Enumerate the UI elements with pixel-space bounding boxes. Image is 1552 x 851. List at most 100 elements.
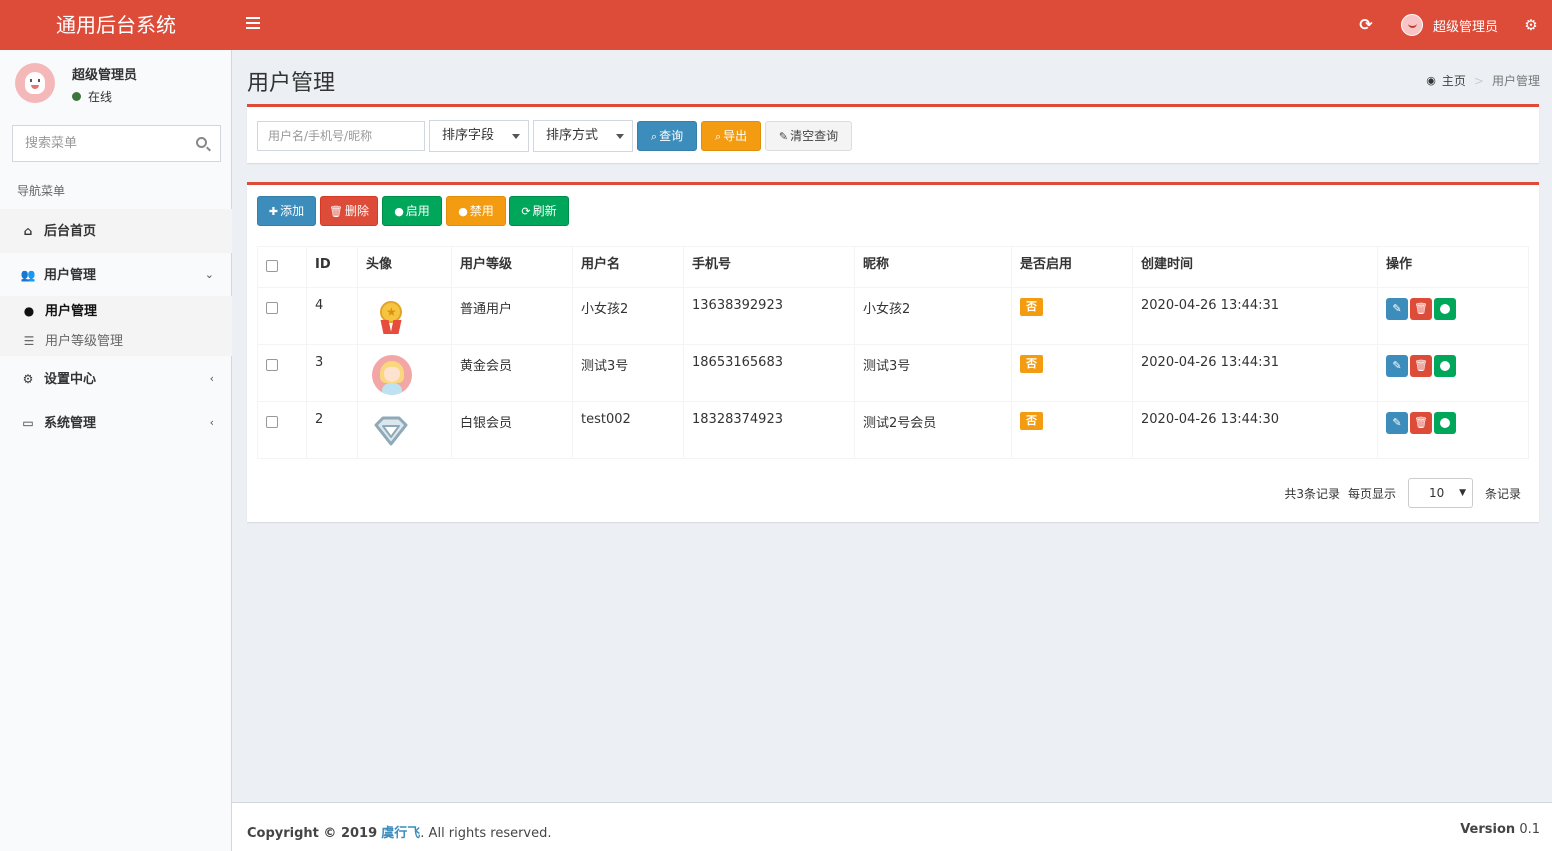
disable-label: 禁用 [469, 204, 494, 218]
circle-icon: ● [394, 205, 404, 218]
cell-username: 小女孩2 [572, 287, 684, 345]
page-size-select[interactable]: 10 ▼ [1407, 478, 1473, 508]
column-header[interactable]: ID [306, 246, 358, 288]
page-title: 用户管理 [247, 71, 336, 96]
column-header[interactable]: 是否启用 [1011, 246, 1133, 288]
author-link[interactable]: 虞行飞 [381, 826, 420, 841]
sidebar-item-label: 用户等级管理 [45, 334, 124, 349]
cell-level: 普通用户 [451, 287, 573, 345]
per-page-label: 每页显示 [1347, 486, 1396, 501]
navbar-right: ⟳ 超级管理员 ⚙ [1355, 0, 1552, 50]
delete-row-button[interactable]: 🗑 [1410, 412, 1432, 434]
cell-created: 2020-04-26 13:44:30 [1132, 401, 1378, 459]
sidebar-subitem-user-level[interactable]: ☰ 用户等级管理 [0, 326, 232, 356]
plus-icon: ✚ [268, 205, 279, 218]
table-row: 4 普通用户 小女孩2 13638392923 小女孩2 否 2020-04-2… [257, 287, 1529, 345]
user-menu[interactable]: 超级管理员 [1400, 14, 1498, 36]
toggle-status-button[interactable] [1434, 412, 1456, 434]
cell-created: 2020-04-26 13:44:31 [1132, 287, 1378, 345]
chevron-down-icon: ⌄ [204, 268, 214, 281]
sort-field-select[interactable]: 排序字段 [429, 120, 529, 152]
clear-label: 清空查询 [790, 129, 839, 143]
column-header[interactable]: 昵称 [854, 246, 1012, 288]
sidebar-item-dashboard[interactable]: ⌂ 后台首页 [0, 209, 232, 253]
edit-button[interactable]: ✎ [1386, 355, 1408, 377]
search-icon[interactable] [196, 137, 207, 148]
status-dot-icon [72, 92, 81, 101]
sidebar-item-users[interactable]: 👥 用户管理 ⌄ [0, 253, 232, 297]
sidebar-item-settings[interactable]: ⚙ 设置中心 ‹ [0, 357, 232, 401]
edit-button[interactable]: ✎ [1386, 412, 1408, 434]
sidebar-toggle-icon[interactable] [246, 17, 260, 31]
caret-down-icon: ▼ [1459, 488, 1466, 498]
select-all-cell [257, 246, 307, 288]
diamond-avatar-icon [372, 412, 412, 452]
sidebar-subitem-user-management[interactable]: ● 用户管理 [0, 296, 232, 326]
toggle-status-button[interactable] [1434, 355, 1456, 377]
delete-label: 删除 [344, 204, 369, 218]
menu-search-input[interactable] [13, 126, 183, 161]
cell-enabled: 否 [1011, 344, 1133, 402]
refresh-label: 刷新 [532, 204, 557, 218]
sort-field-value: 排序字段 [442, 128, 495, 143]
row-checkbox[interactable] [266, 359, 278, 371]
cell-actions: ✎ 🗑 [1377, 287, 1529, 345]
refresh-icon[interactable]: ⟳ [1355, 14, 1377, 36]
sort-order-select[interactable]: 排序方式 [533, 120, 633, 152]
row-checkbox[interactable] [266, 302, 278, 314]
breadcrumb-home[interactable]: 主页 [1442, 72, 1466, 89]
sort-order-value: 排序方式 [546, 128, 599, 143]
export-button[interactable]: ⌕ 导出 [701, 121, 761, 151]
delete-row-button[interactable]: 🗑 [1410, 355, 1432, 377]
sidebar-user-name: 超级管理员 [72, 68, 138, 83]
delete-button[interactable]: 🗑 删除 [320, 196, 378, 226]
disable-button[interactable]: ● 禁用 [446, 196, 506, 226]
add-label: 添加 [280, 204, 305, 218]
app-logo[interactable]: 通用后台系统 [0, 0, 232, 50]
girl-avatar-icon [372, 355, 412, 395]
cell-enabled: 否 [1011, 401, 1133, 459]
row-select-cell [257, 401, 307, 459]
total-records: 共3条记录 [1284, 486, 1340, 501]
gears-icon[interactable]: ⚙ [1520, 14, 1542, 36]
edit-button[interactable]: ✎ [1386, 298, 1408, 320]
search-icon: ⌕ [650, 130, 658, 143]
table-header-row: ID 头像 用户等级 用户名 手机号 昵称 是否启用 创建时间 操作 [257, 246, 1529, 288]
rights-text: . All rights reserved. [420, 826, 552, 841]
column-header: 操作 [1377, 246, 1529, 288]
version: Version 0.1 [1460, 822, 1540, 837]
column-header[interactable]: 用户等级 [451, 246, 573, 288]
page-size-value: 10 [1428, 486, 1445, 500]
cell-nickname: 小女孩2 [854, 287, 1012, 345]
toggle-status-button[interactable] [1434, 298, 1456, 320]
dashboard-icon: ◉ [1426, 74, 1436, 87]
enable-button[interactable]: ● 启用 [382, 196, 442, 226]
user-panel: 超级管理员 在线 [0, 50, 232, 114]
sidebar-item-label: 设置中心 [44, 372, 97, 387]
column-header[interactable]: 创建时间 [1132, 246, 1378, 288]
row-checkbox[interactable] [266, 416, 278, 428]
select-all-checkbox[interactable] [266, 260, 278, 272]
sidebar-item-system[interactable]: ▭ 系统管理 ‹ [0, 401, 232, 445]
users-table: ID 头像 用户等级 用户名 手机号 昵称 是否启用 创建时间 操作 4 普通用… [257, 246, 1529, 459]
nav-header: 导航菜单 [17, 184, 66, 198]
export-label: 导出 [723, 129, 748, 143]
query-label: 查询 [659, 129, 684, 143]
sidebar-item-label: 用户管理 [45, 304, 98, 319]
add-button[interactable]: ✚ 添加 [257, 196, 316, 226]
avatar [1400, 14, 1423, 36]
cell-phone: 13638392923 [683, 287, 855, 345]
column-header[interactable]: 用户名 [572, 246, 684, 288]
column-header[interactable]: 手机号 [683, 246, 855, 288]
query-button[interactable]: ⌕ 查询 [637, 121, 697, 151]
cell-id: 4 [306, 287, 358, 345]
pagination: 共3条记录 每页显示 10 ▼ 条记录 [1284, 478, 1521, 508]
version-label: Version [1460, 822, 1516, 837]
cell-id: 2 [306, 401, 358, 459]
delete-row-button[interactable]: 🗑 [1410, 298, 1432, 320]
user-name: 超级管理员 [1432, 19, 1498, 35]
keyword-input[interactable] [258, 122, 424, 150]
refresh-button[interactable]: ⟳ 刷新 [509, 196, 569, 226]
top-navbar: 通用后台系统 ⟳ 超级管理员 ⚙ [0, 0, 1552, 50]
clear-query-button[interactable]: ✎ 清空查询 [765, 121, 852, 151]
